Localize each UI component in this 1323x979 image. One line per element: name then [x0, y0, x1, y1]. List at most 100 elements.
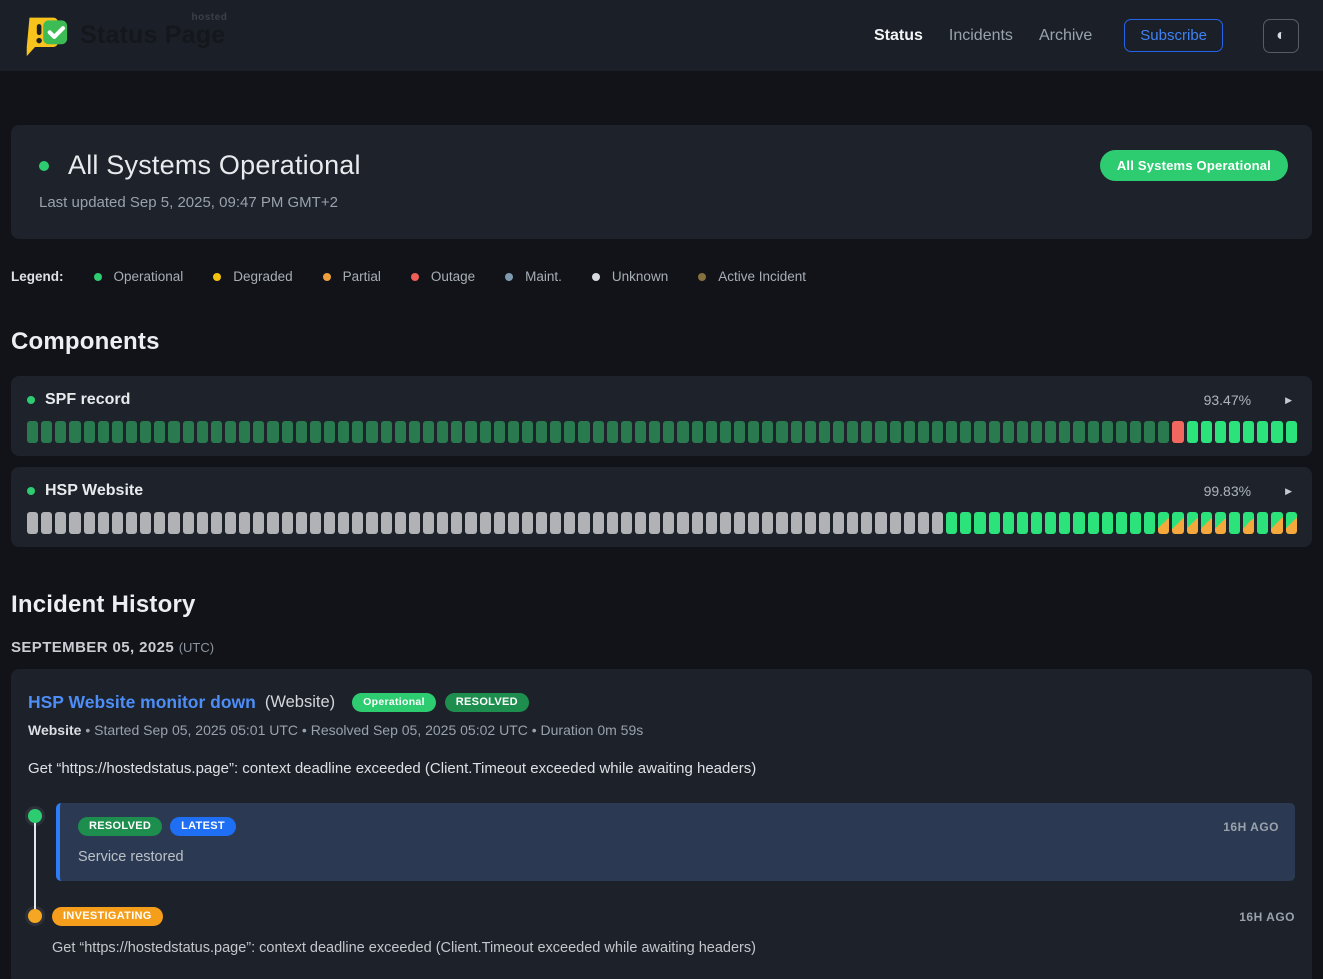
- uptime-bar: [310, 512, 321, 534]
- uptime-bar: [960, 512, 971, 534]
- uptime-bars: [27, 512, 1296, 534]
- active-incident-dot-icon: [698, 273, 706, 281]
- uptime-bar: [564, 421, 575, 443]
- uptime-bar: [550, 421, 561, 443]
- uptime-bar: [522, 512, 533, 534]
- uptime-bar: [282, 512, 293, 534]
- uptime-bar: [833, 421, 844, 443]
- uptime-bar: [522, 421, 533, 443]
- uptime-bar: [168, 512, 179, 534]
- uptime-bar: [126, 421, 137, 443]
- uptime-bar: [1130, 512, 1141, 534]
- timeline-dot-investigating-icon: [28, 909, 42, 923]
- uptime-bar: [282, 421, 293, 443]
- uptime-bar: [296, 512, 307, 534]
- uptime-bar: [904, 421, 915, 443]
- incident-state-badge: RESOLVED: [445, 693, 529, 712]
- component-header[interactable]: HSP Website 99.83% ▶: [27, 482, 1296, 500]
- uptime-bar: [1116, 421, 1127, 443]
- uptime-bar: [1286, 421, 1297, 443]
- nav-incidents[interactable]: Incidents: [949, 27, 1013, 45]
- uptime-bar: [225, 512, 236, 534]
- uptime-bar: [239, 512, 250, 534]
- uptime-bar: [621, 421, 632, 443]
- uptime-bar: [338, 421, 349, 443]
- status-last-updated: Last updated Sep 5, 2025, 09:47 PM GMT+2: [39, 194, 1284, 211]
- uptime-bar: [451, 421, 462, 443]
- uptime-bar: [748, 421, 759, 443]
- uptime-bar: [465, 512, 476, 534]
- uptime-bar: [1172, 421, 1183, 443]
- uptime-bar: [1017, 512, 1028, 534]
- uptime-bar: [69, 421, 80, 443]
- uptime-bar: [706, 512, 717, 534]
- uptime-bar: [423, 512, 434, 534]
- uptime-bar: [1088, 512, 1099, 534]
- uptime-bar: [465, 421, 476, 443]
- time-ago: 16H AGO: [1239, 910, 1295, 924]
- uptime-bar: [1144, 421, 1155, 443]
- uptime-bar: [310, 421, 321, 443]
- latest-badge: LATEST: [170, 817, 236, 836]
- uptime-bar: [1257, 512, 1268, 534]
- uptime-bar: [154, 512, 165, 534]
- uptime-bar: [762, 421, 773, 443]
- uptime-bar: [69, 512, 80, 534]
- uptime-bar: [904, 512, 915, 534]
- uptime-bar: [98, 512, 109, 534]
- uptime-bar: [423, 421, 434, 443]
- uptime-bar: [84, 421, 95, 443]
- uptime-bar: [168, 421, 179, 443]
- incident-title-link[interactable]: HSP Website monitor down: [28, 692, 256, 713]
- uptime-bar: [974, 421, 985, 443]
- incident-date-utc: (UTC): [179, 640, 214, 655]
- uptime-bar: [1102, 421, 1113, 443]
- uptime-bar: [352, 512, 363, 534]
- uptime-bar: [1059, 421, 1070, 443]
- uptime-bar: [1073, 421, 1084, 443]
- legend-item-unknown: Unknown: [592, 269, 668, 284]
- header: Status Page hosted Status Incidents Arch…: [0, 0, 1323, 71]
- uptime-bar: [1243, 421, 1254, 443]
- uptime-bar: [578, 512, 589, 534]
- status-dot-icon: [39, 161, 49, 171]
- uptime-bar: [55, 512, 66, 534]
- subscribe-button[interactable]: Subscribe: [1124, 19, 1223, 52]
- nav-archive[interactable]: Archive: [1039, 27, 1092, 45]
- uptime-bar: [1045, 512, 1056, 534]
- expand-arrow-icon[interactable]: ▶: [1285, 486, 1292, 497]
- uptime-bar: [536, 512, 547, 534]
- uptime-bar: [494, 421, 505, 443]
- update-card: RESOLVED LATEST 16H AGO Service restored: [56, 803, 1295, 881]
- expand-arrow-icon[interactable]: ▶: [1285, 395, 1292, 406]
- nav-status[interactable]: Status: [874, 27, 923, 45]
- uptime-bar: [1286, 512, 1297, 534]
- incident-timeline: RESOLVED LATEST 16H AGO Service restored…: [28, 803, 1295, 956]
- outage-dot-icon: [411, 273, 419, 281]
- uptime-bar: [1088, 421, 1099, 443]
- uptime-bar: [366, 421, 377, 443]
- uptime-bar: [649, 421, 660, 443]
- unknown-dot-icon: [592, 273, 600, 281]
- uptime-bar: [352, 421, 363, 443]
- uptime-bar: [762, 512, 773, 534]
- component-name: HSP Website: [45, 482, 143, 500]
- uptime-bar: [409, 512, 420, 534]
- resolved-badge: RESOLVED: [78, 817, 162, 836]
- uptime-bar: [1116, 512, 1127, 534]
- uptime-bar: [253, 421, 264, 443]
- theme-toggle-button[interactable]: ◐: [1263, 19, 1299, 53]
- uptime-bar: [875, 512, 886, 534]
- uptime-bar: [112, 512, 123, 534]
- component-header[interactable]: SPF record 93.47% ▶: [27, 391, 1296, 409]
- status-banner: All Systems Operational Last updated Sep…: [11, 125, 1312, 239]
- uptime-bar: [451, 512, 462, 534]
- uptime-bar: [1201, 512, 1212, 534]
- uptime-bar: [437, 421, 448, 443]
- uptime-bar: [27, 512, 38, 534]
- uptime-bar: [875, 421, 886, 443]
- uptime-bar: [677, 421, 688, 443]
- uptime-bar: [918, 421, 929, 443]
- brand-logo[interactable]: Status Page hosted: [24, 13, 225, 59]
- uptime-bar: [324, 421, 335, 443]
